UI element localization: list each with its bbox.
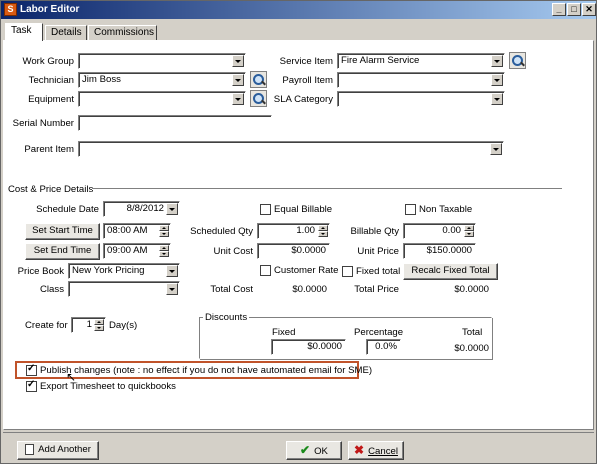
discounts-label: Discounts [203,312,250,323]
customer-rate-checkbox[interactable] [260,265,271,276]
cross-icon: ✖ [354,443,365,457]
class-label: Class [40,284,64,295]
non-taxable-label: Non Taxable [419,204,473,215]
price-book-label: Price Book [17,266,64,277]
app-icon: S [4,3,17,16]
equal-billable-label: Equal Billable [274,204,333,215]
days-spinner-icon[interactable] [94,319,104,331]
end-time-input[interactable]: 09:00 AM [103,243,171,259]
export-timesheet-label: Export Timesheet to quickbooks [40,381,176,392]
qty-spinner-icon[interactable] [464,225,474,237]
service-item-search-icon[interactable] [509,52,526,69]
scheduled-qty-input[interactable]: 1.00 [257,223,330,239]
payroll-item-select[interactable] [337,72,505,88]
dropdown-arrow-icon[interactable] [232,93,244,105]
cost-price-section-label: Cost & Price Details [8,184,94,195]
tab-task[interactable]: Task [5,23,43,41]
tab-commissions[interactable]: Commissions [88,25,157,41]
service-item-select[interactable]: Fire Alarm Service [337,53,505,69]
discount-total-label: Total [462,327,483,338]
export-timesheet-checkbox[interactable] [26,379,37,392]
billable-qty-label: Billable Qty [350,226,399,237]
dropdown-arrow-icon[interactable] [491,55,503,67]
labor-editor-window: S Labor Editor _ □ ✕ Task Details Commis… [0,0,597,464]
bottom-button-bar: Add Another ✔ OK ✖ Cancel [3,432,594,462]
dropdown-arrow-icon[interactable] [232,55,244,67]
checkmark-icon: ✔ [300,443,311,457]
time-spinner-icon[interactable] [159,245,169,257]
class-select[interactable] [68,281,180,297]
dropdown-arrow-icon[interactable] [166,265,178,277]
equal-billable-checkbox[interactable] [260,204,271,215]
parent-item-select[interactable] [78,141,504,157]
document-icon [25,443,35,455]
ok-button[interactable]: ✔ OK [286,441,342,460]
set-start-time-button[interactable]: Set Start Time [25,223,100,240]
scheduled-qty-label: Scheduled Qty [190,226,253,237]
dropdown-arrow-icon[interactable] [491,93,503,105]
section-divider [92,188,562,190]
price-book-select[interactable]: New York Pricing [68,263,180,279]
title-bar: S Labor Editor _ □ ✕ [1,1,596,19]
sla-category-label: SLA Category [273,94,333,105]
dropdown-arrow-icon[interactable] [490,143,502,155]
calendar-dropdown-icon[interactable] [166,203,178,215]
tab-details[interactable]: Details [45,25,87,41]
add-another-button[interactable]: Add Another [17,441,99,460]
parent-item-label: Parent Item [24,144,74,155]
discount-percentage-label: Percentage [354,327,404,338]
technician-label: Technician [28,75,74,86]
schedule-date-picker[interactable]: 8/8/2012 [103,201,180,217]
unit-price-label: Unit Price [357,246,399,257]
schedule-date-label: Schedule Date [36,204,99,215]
close-button[interactable]: ✕ [582,3,596,16]
unit-cost-input[interactable]: $0.0000 [257,243,330,259]
non-taxable-checkbox[interactable] [405,204,416,215]
equipment-label: Equipment [28,94,74,105]
sla-category-select[interactable] [337,91,505,107]
create-for-label: Create for [25,320,68,331]
time-spinner-icon[interactable] [159,225,169,237]
total-price-label: Total Price [354,284,399,295]
total-cost-label: Total Cost [210,284,253,295]
tab-bar: Task Details Commissions [1,23,596,41]
customer-rate-label: Customer Rate [274,265,339,276]
publish-changes-label: Publish changes (note : no effect if you… [40,365,373,376]
unit-price-input[interactable]: $150.0000 [403,243,476,259]
maximize-button[interactable]: □ [567,3,581,16]
serial-number-label: Serial Number [12,118,74,129]
fixed-total-label: Fixed total [356,266,401,277]
work-group-select[interactable] [78,53,246,69]
equipment-select[interactable] [78,91,246,107]
days-label: Day(s) [109,320,138,331]
minimize-button[interactable]: _ [552,3,566,16]
service-item-label: Service Item [279,56,333,67]
window-title: Labor Editor [20,4,80,15]
discount-total-value: $0.0000 [454,343,489,354]
discount-fixed-label: Fixed [272,327,296,338]
total-cost-value: $0.0000 [292,284,327,295]
create-for-input[interactable]: 1 [71,317,106,333]
task-panel: Work Group Technician Jim Boss Equipment… [3,40,594,430]
technician-select[interactable]: Jim Boss [78,72,246,88]
dropdown-arrow-icon[interactable] [166,283,178,295]
cancel-button[interactable]: ✖ Cancel [348,441,404,460]
recalc-fixed-total-button[interactable]: Recalc Fixed Total [403,263,498,280]
payroll-item-label: Payroll Item [282,75,333,86]
publish-changes-checkbox[interactable] [26,363,37,376]
work-group-label: Work Group [22,56,74,67]
total-price-value: $0.0000 [454,284,489,295]
dropdown-arrow-icon[interactable] [232,74,244,86]
discount-percentage-input[interactable]: 0.0% [366,339,401,355]
billable-qty-input[interactable]: 0.00 [403,223,476,239]
qty-spinner-icon[interactable] [318,225,328,237]
serial-number-input[interactable] [78,115,272,131]
set-end-time-button[interactable]: Set End Time [25,243,100,260]
discount-fixed-input[interactable]: $0.0000 [271,339,346,355]
start-time-input[interactable]: 08:00 AM [103,223,171,239]
unit-cost-label: Unit Cost [213,246,253,257]
fixed-total-checkbox[interactable] [342,266,353,277]
dropdown-arrow-icon[interactable] [491,74,503,86]
